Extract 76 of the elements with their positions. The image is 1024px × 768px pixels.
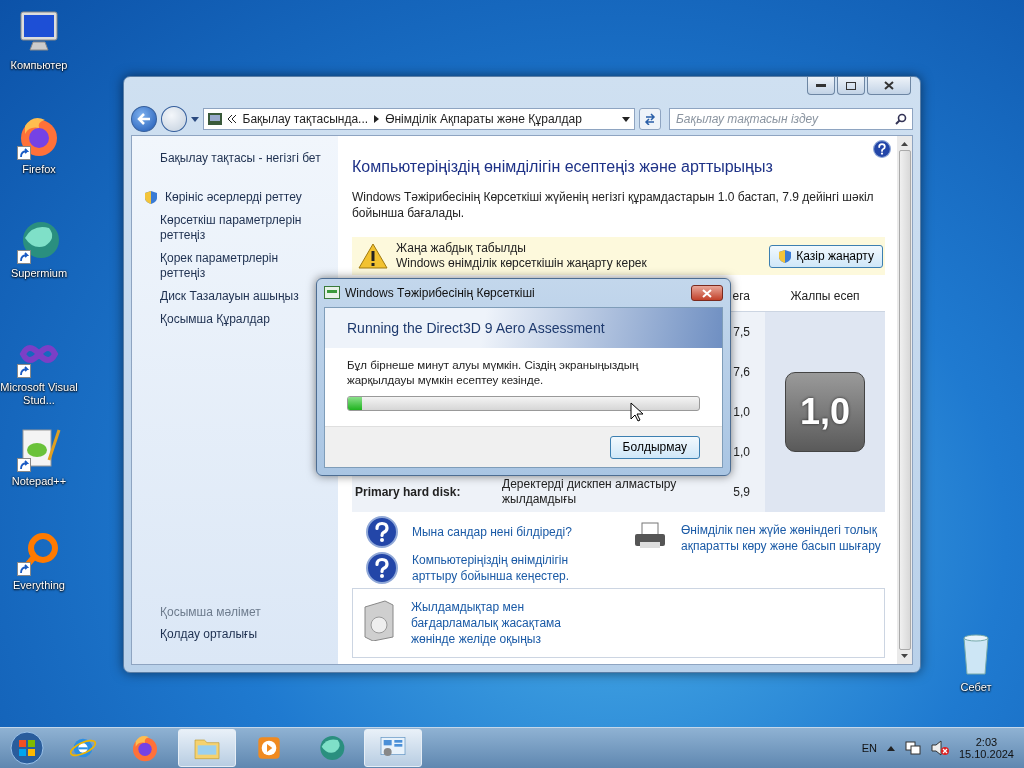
update-button[interactable]: Қазір жаңарту (769, 244, 883, 268)
dialog-title: Windows Тәжірибесінің Көрсеткіші (345, 286, 535, 300)
refresh-arrows-icon (644, 113, 657, 125)
shortcut-arrow-icon (17, 562, 31, 576)
close-icon (702, 288, 712, 298)
sidebar-link[interactable]: Диск Тазалауын ашыңыз (132, 289, 310, 304)
desktop-icon-label[interactable]: Everything (13, 579, 65, 592)
search-field[interactable]: Бақылау тақтасын іздеу (669, 108, 913, 130)
language-indicator[interactable]: EN (861, 742, 877, 754)
shortcut-arrow-icon (17, 364, 31, 378)
refresh-button[interactable] (639, 108, 661, 130)
maximize-icon (846, 81, 856, 90)
speaker-muted-icon[interactable] (930, 740, 949, 756)
scrollbar[interactable] (897, 136, 912, 664)
dialog-heading: Running the Direct3D 9 Aero Assessment (347, 320, 605, 336)
sidebar-link[interactable]: Бақылау тақтасы - негізгі бет (132, 151, 330, 166)
app-icon (324, 286, 340, 300)
back-arrow-icon (136, 113, 151, 125)
shortcut-arrow-icon (17, 458, 31, 472)
address-bar[interactable]: Бақылау тақтасында... Өнімділік Ақпараты және Құралдар (202, 108, 636, 130)
sidebar-link[interactable]: Көрініс әсерлерді реттеу (165, 190, 302, 205)
description-text: Windows Тәжірибесінің Көрсеткіші жүйенің негізгі құрамдастарын 1.0 бастап, 7.9 дейінгі шәкіл бойынша бағалады. (352, 189, 875, 221)
close-button[interactable] (691, 285, 723, 301)
scroll-down-icon[interactable] (901, 654, 908, 658)
help-icon (366, 552, 398, 584)
sidebar-link[interactable]: Көрсеткіш параметрлерін реттеңіз (132, 213, 310, 243)
dropdown-arrow-icon[interactable] (190, 116, 199, 122)
shield-icon (778, 248, 793, 264)
taskbar-app-button[interactable] (364, 729, 422, 767)
base-score-badge: 1,0 (785, 372, 865, 452)
breadcrumb-item[interactable]: Өнімділік Ақпараты және Құралдар (385, 112, 582, 126)
sidebar-link[interactable]: Қосымша Құралдар (132, 312, 310, 327)
sidebar-heading: Қосымша мәлімет (159, 605, 262, 619)
close-icon (884, 81, 894, 90)
desktop-icon-label[interactable]: Microsoft Visual Stud... (0, 381, 78, 407)
network-icon[interactable] (904, 740, 921, 756)
help-icon (873, 140, 891, 158)
warning-icon (358, 243, 388, 269)
sidebar-link[interactable]: Қорек параметрлерін реттеңіз (132, 251, 310, 281)
desktop-icon-label[interactable]: Firefox (22, 163, 56, 176)
back-button[interactable] (131, 106, 157, 132)
dialog-message: Бұл бірнеше минут алуы мүмкін. Сіздің экраныңыздың жарқылдауы мүмкін есептеу кезінде. (347, 358, 640, 388)
scroll-up-icon[interactable] (901, 142, 908, 146)
help-link[interactable]: Компьютеріңіздің өнімділігін арттыру бойынша кеңестер. (412, 552, 602, 584)
desktop-icon-label[interactable]: Notepad++ (11, 475, 67, 488)
minimize-icon (816, 83, 826, 88)
software-box-icon (361, 599, 397, 641)
shortcut-arrow-icon (17, 250, 31, 264)
shortcut-arrow-icon (17, 146, 31, 160)
cancel-button[interactable]: Болдырмау (609, 435, 700, 459)
desktop-icon-label[interactable]: Supermium (10, 267, 68, 280)
notice-text: Windows өнімділік көрсеткішін жаңарту керек (396, 256, 647, 271)
online-link[interactable]: Жылдамдықтар мен бағдарламалық жасақтама жөнінде желіде оқыңыз (411, 599, 581, 647)
mouse-pointer-icon (630, 402, 644, 422)
close-button[interactable] (867, 77, 911, 95)
dropdown-arrow-icon[interactable] (622, 116, 631, 122)
print-link[interactable]: Өнімділік пен жүйе жөніндегі толық ақпаратты көру және басып шығару (681, 522, 885, 554)
breadcrumb-arrow-icon (374, 115, 380, 123)
desktop-icon-label[interactable]: Компьютер (10, 59, 68, 72)
chevron-up-icon[interactable] (886, 745, 895, 751)
page-title: Компьютеріңіздің өнімділігін есептеңіз және арттырыңыз (352, 158, 774, 176)
search-icon (895, 113, 907, 125)
chevron-icon (227, 112, 237, 126)
control-panel-icon (207, 113, 222, 125)
breadcrumb-item[interactable]: Бақылау тақтасында... (242, 112, 369, 126)
sidebar-link[interactable]: Қолдау орталығы (132, 627, 330, 642)
maximize-button[interactable] (837, 77, 865, 95)
help-icon (366, 516, 398, 548)
forward-button[interactable] (160, 106, 187, 132)
printer-icon (633, 522, 667, 550)
help-link[interactable]: Мына сандар нені білдіреді? (412, 524, 602, 540)
minimize-button[interactable] (807, 77, 835, 95)
desktop-icon-label[interactable]: Себет (960, 681, 992, 694)
clock[interactable]: 2:03 15.10.2024 (958, 736, 1014, 760)
notice-text: Жаңа жабдық табылды (396, 241, 527, 256)
subscore: 5,9 (723, 472, 765, 512)
